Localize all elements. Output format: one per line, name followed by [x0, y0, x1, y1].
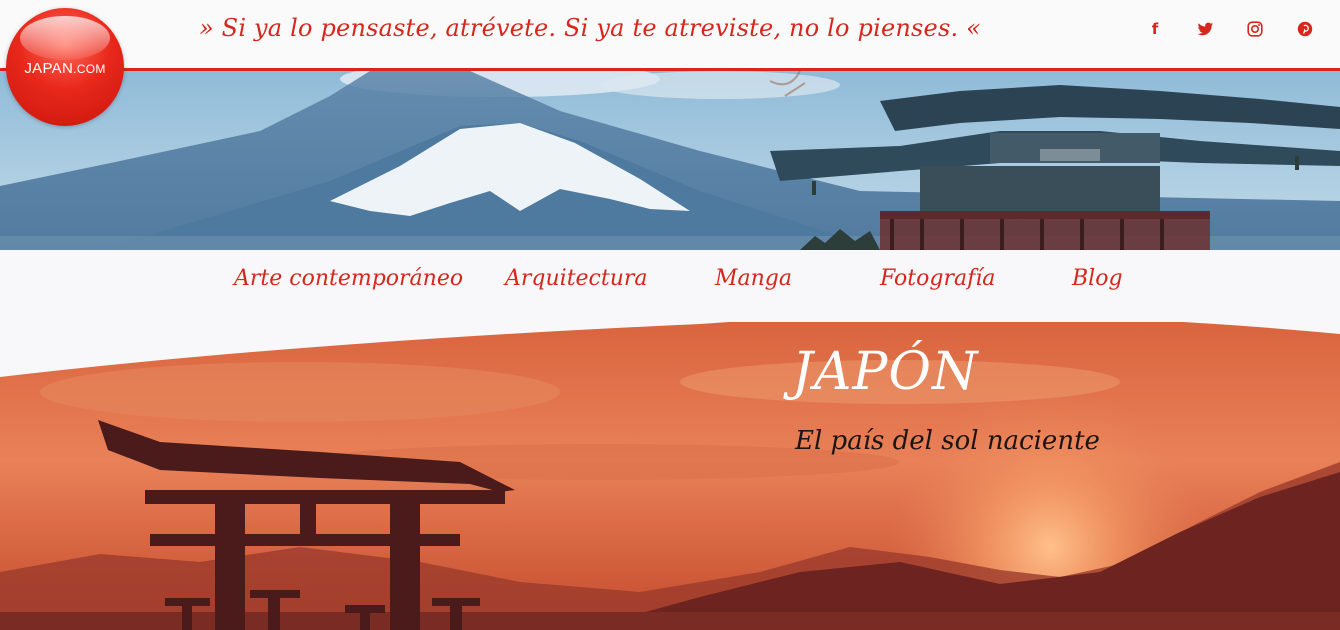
pinterest-icon[interactable]: [1294, 18, 1316, 40]
nav-item-arte-contemporaneo[interactable]: Arte contemporáneo: [234, 266, 463, 291]
main-nav: Arte contemporáneo Arquitectura Manga Fo…: [0, 250, 1340, 330]
logo-shine: [20, 16, 110, 60]
twitter-icon[interactable]: [1194, 18, 1216, 40]
hero-section: [0, 322, 1340, 630]
nav-item-arquitectura[interactable]: Arquitectura: [505, 266, 648, 291]
social-links: f: [1144, 18, 1316, 40]
hero-subtitle: El país del sol naciente: [795, 426, 1100, 456]
nav-item-fotografia[interactable]: Fotografía: [880, 266, 995, 291]
header-quote: » Si ya lo pensaste, atrévete. Si ya te …: [198, 14, 982, 42]
logo-name: JAPAN: [24, 60, 74, 77]
nav-item-manga[interactable]: Manga: [715, 266, 792, 291]
banner-image: [0, 71, 1340, 250]
logo-suffix: .COM: [73, 62, 106, 76]
instagram-icon[interactable]: [1244, 18, 1266, 40]
hero-title: JAPÓN: [792, 342, 979, 402]
logo-text: JAPAN.COM: [6, 60, 124, 77]
top-bar: » Si ya lo pensaste, atrévete. Si ya te …: [0, 0, 1340, 71]
hero-image: [0, 322, 1340, 630]
nav-item-blog[interactable]: Blog: [1072, 266, 1123, 291]
site-logo[interactable]: JAPAN.COM: [6, 8, 124, 126]
header-banner: [0, 71, 1340, 250]
facebook-icon[interactable]: f: [1144, 18, 1166, 40]
